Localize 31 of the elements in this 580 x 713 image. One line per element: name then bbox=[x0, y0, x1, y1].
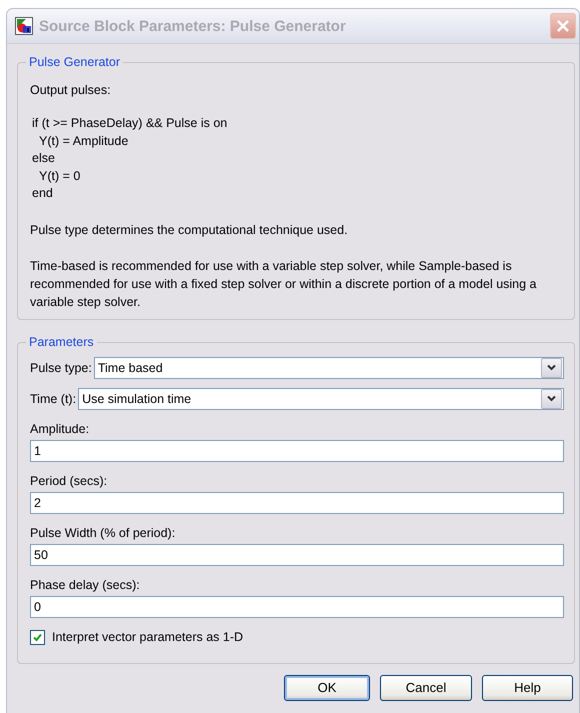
dialog-button[interactable]: OK bbox=[284, 674, 370, 700]
field-label: Period (secs): bbox=[30, 474, 108, 488]
code-line: Y(t) = Amplitude bbox=[38, 132, 130, 150]
dropdown-button[interactable] bbox=[541, 358, 562, 378]
field-label: Pulse Width (% of period): bbox=[30, 526, 176, 540]
close-icon bbox=[556, 19, 570, 33]
check-icon bbox=[33, 632, 42, 642]
dropdown-button[interactable] bbox=[541, 388, 562, 408]
code-line: end bbox=[31, 185, 54, 202]
input-field[interactable]: 1 bbox=[30, 440, 564, 462]
code-line: if (t >= PhaseDelay) && Pulse is on bbox=[31, 115, 228, 132]
dropdown-field[interactable]: Use simulation time bbox=[78, 388, 564, 410]
checkbox[interactable] bbox=[30, 630, 45, 644]
dialog-button[interactable]: Help bbox=[482, 674, 573, 700]
input-field[interactable]: 50 bbox=[30, 544, 564, 566]
field-label: Amplitude: bbox=[30, 422, 90, 436]
dropdown-field[interactable]: Time based bbox=[94, 356, 564, 378]
field-label: Phase delay (secs): bbox=[30, 578, 141, 592]
field-label: Time (t): bbox=[30, 392, 76, 406]
description-text: Time-based is recommended for use with a variable step solver, while Sample-based is recommended for use with a fixed step solver or within a discrete portion of a model using a variable step solver. bbox=[30, 258, 538, 310]
code-line: else bbox=[31, 150, 56, 167]
description-text: Output pulses: bbox=[30, 83, 112, 97]
window-title: Source Block Parameters: Pulse Generator bbox=[39, 18, 347, 34]
input-field[interactable]: 2 bbox=[30, 492, 564, 514]
code-line: Y(t) = 0 bbox=[38, 168, 82, 185]
description-text: Pulse type determines the computational technique used. bbox=[30, 222, 349, 238]
field-label: Pulse type: bbox=[30, 360, 92, 374]
dialog-button[interactable]: Cancel bbox=[380, 674, 472, 700]
app-icon bbox=[15, 17, 33, 35]
checkbox-label: Interpret vector parameters as 1-D bbox=[52, 630, 244, 644]
input-field[interactable]: 0 bbox=[30, 596, 564, 618]
